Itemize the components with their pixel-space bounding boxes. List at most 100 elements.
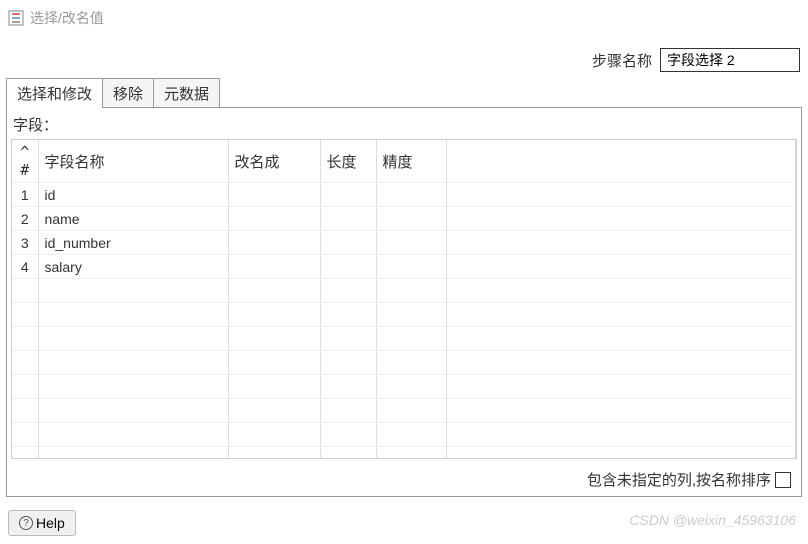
cell-length[interactable] (320, 303, 376, 327)
cell-num[interactable] (12, 279, 38, 303)
cell-num[interactable]: 4 (12, 255, 38, 279)
cell-fieldname[interactable] (38, 423, 228, 447)
cell-precision[interactable] (376, 423, 446, 447)
cell-fieldname[interactable]: id_number (38, 231, 228, 255)
cell-rename[interactable] (228, 279, 320, 303)
table-row[interactable]: 4salary (12, 255, 796, 279)
cell-rename[interactable] (228, 303, 320, 327)
cell-length[interactable] (320, 351, 376, 375)
cell-fieldname[interactable] (38, 375, 228, 399)
step-name-input[interactable] (660, 48, 800, 72)
cell-rename[interactable] (228, 447, 320, 460)
table-row[interactable]: 2name (12, 207, 796, 231)
cell-rename[interactable] (228, 207, 320, 231)
cell-num[interactable] (12, 447, 38, 460)
tab-metadata[interactable]: 元数据 (153, 78, 220, 108)
cell-blank[interactable] (446, 327, 796, 351)
cell-precision[interactable] (376, 279, 446, 303)
table-row[interactable] (12, 423, 796, 447)
table-row[interactable] (12, 327, 796, 351)
cell-blank[interactable] (446, 231, 796, 255)
col-header-blank (446, 140, 796, 183)
cell-rename[interactable] (228, 423, 320, 447)
cell-blank[interactable] (446, 303, 796, 327)
cell-fieldname[interactable]: salary (38, 255, 228, 279)
cell-blank[interactable] (446, 255, 796, 279)
tab-select-modify[interactable]: 选择和修改 (6, 78, 103, 108)
cell-num[interactable] (12, 327, 38, 351)
cell-precision[interactable] (376, 303, 446, 327)
cell-fieldname[interactable]: id (38, 183, 228, 207)
cell-precision[interactable] (376, 207, 446, 231)
cell-blank[interactable] (446, 351, 796, 375)
window-title: 选择/改名值 (30, 8, 104, 28)
cell-blank[interactable] (446, 399, 796, 423)
table-row[interactable] (12, 447, 796, 460)
cell-rename[interactable] (228, 183, 320, 207)
cell-length[interactable] (320, 423, 376, 447)
cell-precision[interactable] (376, 351, 446, 375)
cell-length[interactable] (320, 279, 376, 303)
include-unspecified-checkbox[interactable] (775, 472, 791, 488)
help-button[interactable]: ? Help (8, 510, 76, 536)
cell-length[interactable] (320, 183, 376, 207)
cell-rename[interactable] (228, 375, 320, 399)
cell-length[interactable] (320, 207, 376, 231)
cell-num[interactable] (12, 399, 38, 423)
cell-rename[interactable] (228, 399, 320, 423)
cell-blank[interactable] (446, 375, 796, 399)
cell-fieldname[interactable] (38, 447, 228, 460)
cell-precision[interactable] (376, 375, 446, 399)
cell-precision[interactable] (376, 231, 446, 255)
cell-num[interactable]: 3 (12, 231, 38, 255)
cell-precision[interactable] (376, 183, 446, 207)
cell-rename[interactable] (228, 231, 320, 255)
cell-blank[interactable] (446, 183, 796, 207)
cell-num[interactable] (12, 303, 38, 327)
cell-rename[interactable] (228, 327, 320, 351)
cell-length[interactable] (320, 447, 376, 460)
cell-length[interactable] (320, 375, 376, 399)
cell-precision[interactable] (376, 327, 446, 351)
cell-length[interactable] (320, 399, 376, 423)
cell-precision[interactable] (376, 399, 446, 423)
cell-fieldname[interactable]: name (38, 207, 228, 231)
col-header-length[interactable]: 长度 (320, 140, 376, 183)
cell-fieldname[interactable] (38, 351, 228, 375)
cell-num[interactable] (12, 351, 38, 375)
cell-num[interactable] (12, 375, 38, 399)
table-row[interactable] (12, 351, 796, 375)
table-row[interactable]: 1id (12, 183, 796, 207)
cell-length[interactable] (320, 327, 376, 351)
table-row[interactable] (12, 399, 796, 423)
cell-fieldname[interactable] (38, 303, 228, 327)
cell-num[interactable]: 1 (12, 183, 38, 207)
cell-blank[interactable] (446, 447, 796, 460)
table-row[interactable]: 3id_number (12, 231, 796, 255)
cell-length[interactable] (320, 231, 376, 255)
cell-blank[interactable] (446, 423, 796, 447)
cell-num[interactable]: 2 (12, 207, 38, 231)
cell-rename[interactable] (228, 351, 320, 375)
cell-fieldname[interactable] (38, 327, 228, 351)
table-row[interactable] (12, 375, 796, 399)
cell-rename[interactable] (228, 255, 320, 279)
col-header-rename[interactable]: 改名成 (228, 140, 320, 183)
cell-precision[interactable] (376, 447, 446, 460)
tab-remove[interactable]: 移除 (102, 78, 154, 108)
col-header-fieldname[interactable]: 字段名称 (38, 140, 228, 183)
cell-blank[interactable] (446, 207, 796, 231)
table-row[interactable] (12, 303, 796, 327)
cell-precision[interactable] (376, 255, 446, 279)
col-header-num[interactable]: ^# (12, 140, 38, 183)
cell-length[interactable] (320, 255, 376, 279)
cell-num[interactable] (12, 423, 38, 447)
help-label: Help (36, 515, 65, 531)
help-icon: ? (19, 516, 33, 530)
col-header-precision[interactable]: 精度 (376, 140, 446, 183)
step-name-row: 步骤名称 (0, 36, 808, 78)
table-row[interactable] (12, 279, 796, 303)
cell-fieldname[interactable] (38, 399, 228, 423)
cell-blank[interactable] (446, 279, 796, 303)
cell-fieldname[interactable] (38, 279, 228, 303)
